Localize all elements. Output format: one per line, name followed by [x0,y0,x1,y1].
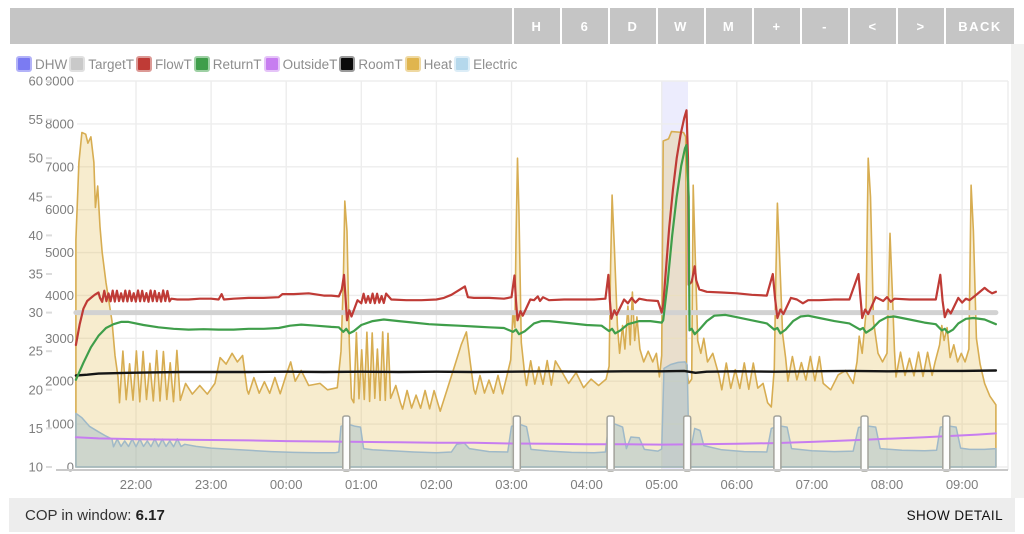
x-axis-tick-label: 06:00 [721,477,754,492]
temp-tick-label: 50 [29,151,43,166]
temp-tick-label: 60 [29,74,43,89]
legend-label: OutsideT [282,56,338,72]
cop-label: COP in window: [25,506,136,524]
legend-item-roomt[interactable]: RoomT [339,56,403,72]
legend-label: Heat [423,56,453,72]
power-tick-label: 5000 [45,245,74,260]
legend-item-dhw[interactable]: DHW [16,56,67,72]
temp-tick-label: 25 [29,344,43,359]
electric-swatch-icon [454,56,471,72]
status-bar: COP in window: 6.17 SHOW DETAIL [9,498,1015,532]
dhw-swatch-icon [16,56,32,72]
x-axis-tick-label: 08:00 [871,477,904,492]
toolbar-button-sym[interactable]: < [848,8,896,45]
x-axis-tick-label: 09:00 [946,477,979,492]
cop-summary: COP in window: 6.17 [25,507,165,524]
temp-tick-label: 30 [29,305,43,320]
targett-swatch-icon [69,56,86,72]
toolbar-button-6[interactable]: 6 [560,8,608,45]
toolbar-button-m[interactable]: M [704,8,752,45]
legend: DHW TargetT FlowT ReturnT OutsideT RoomT Heat E… [16,56,519,72]
temp-tick-label: 10 [29,460,43,475]
temp-tick-label: 40 [29,228,43,243]
toolbar-button-sym[interactable]: > [896,8,944,45]
toolbar-button-sym[interactable]: - [800,8,848,45]
legend-label: ReturnT [212,56,262,72]
power-tick-label: 2000 [45,374,74,389]
toolbar-button-h[interactable]: H [512,8,560,45]
temp-tick-label: 35 [29,267,43,282]
x-axis-tick-label: 02:00 [420,477,453,492]
x-axis-tick-label: 01:00 [345,477,378,492]
toolbar: H 6 D W M + - < > BACK [10,8,1014,45]
legend-item-flowt[interactable]: FlowT [136,56,192,72]
legend-label: TargetT [88,56,135,72]
legend-item-heat[interactable]: Heat [404,56,453,72]
toolbar-button-w[interactable]: W [656,8,704,45]
legend-item-outsidet[interactable]: OutsideT [263,56,338,72]
roomt-swatch-icon [339,56,356,72]
event-marker [860,415,869,472]
event-marker [942,415,951,472]
event-marker [682,415,692,472]
event-marker [606,415,615,472]
x-axis-tick-label: 07:00 [796,477,829,492]
legend-label: FlowT [155,56,192,72]
chart[interactable]: 22:00 23:00 00:00 01:00 02:00 03:00 04:00 05:00… [0,44,1024,498]
right-gutter [1011,44,1024,498]
heat-pump-monitor-app: H 6 D W M + - < > BACK DHW TargetT FlowT ReturnT Outs… [0,0,1024,534]
temp-tick-label: 20 [29,382,43,397]
legend-item-targett[interactable]: TargetT [69,56,134,72]
x-axis-tick-label: 23:00 [195,477,228,492]
heat-swatch-icon [404,56,421,72]
legend-item-electric[interactable]: Electric [454,56,517,72]
toolbar-button-d[interactable]: D [608,8,656,45]
legend-item-returnt[interactable]: ReturnT [193,56,262,72]
toolbar-button-sym[interactable]: + [752,8,800,45]
flowt-swatch-icon [136,56,153,72]
x-axis-tick-label: 22:00 [120,477,153,492]
x-axis-tick-label: 03:00 [495,477,528,492]
chart-panel: DHW TargetT FlowT ReturnT OutsideT RoomT Heat E… [0,44,1024,498]
power-tick-label: 3000 [45,331,74,346]
returnt-swatch-icon [193,56,210,72]
legend-label: RoomT [358,56,403,72]
temp-tick-label: 15 [29,421,43,436]
cop-value: 6.17 [135,506,165,524]
power-tick-label: 4000 [45,288,74,303]
power-tick-label: 6000 [45,202,74,217]
show-detail-button[interactable]: SHOW DETAIL [907,508,1003,523]
series-flowt [74,109,997,347]
event-marker [342,415,351,472]
power-tick-label: 7000 [45,159,74,174]
legend-label: Electric [473,56,518,72]
outsidet-swatch-icon [263,56,280,72]
temp-axis: 60 55 50 45 40 35 30 25 20 15 10 [29,74,52,475]
temp-tick-label: 45 [29,189,43,204]
event-marker [773,415,782,472]
x-axis-tick-label: 00:00 [270,477,303,492]
x-axis-tick-label: 05:00 [645,477,678,492]
x-axis-tick-label: 04:00 [570,477,603,492]
event-marker [512,415,522,472]
temp-tick-label: 55 [29,112,43,127]
toolbar-button-back[interactable]: BACK [944,8,1014,45]
legend-label: DHW [35,56,68,72]
power-tick-label: 0 [67,460,74,475]
